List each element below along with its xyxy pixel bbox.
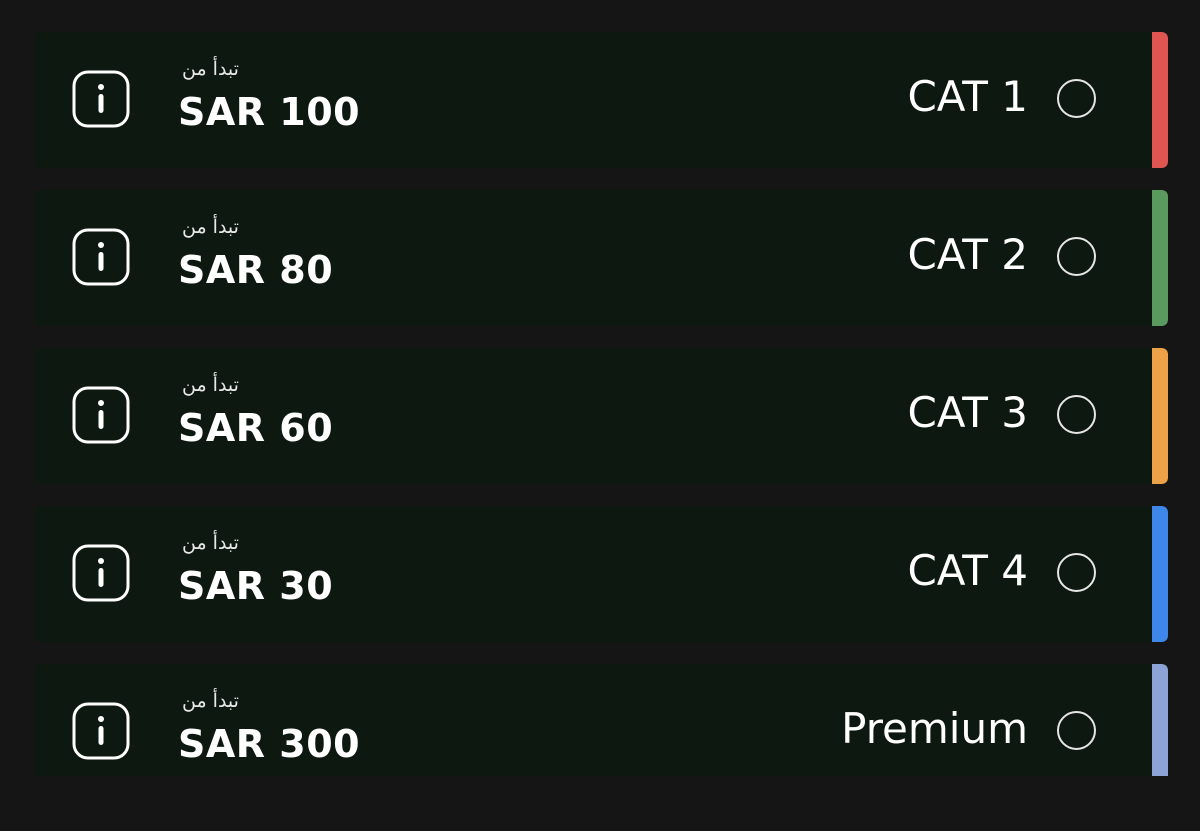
info-icon[interactable]	[72, 228, 130, 286]
info-icon[interactable]	[72, 386, 130, 444]
category-label: CAT 1	[907, 72, 1028, 121]
starting-from-label: تبدأ من	[182, 58, 239, 80]
ticket-category-list: تبدأ من SAR 100 CAT 1 تبدأ من SAR 80 CAT…	[34, 32, 1168, 776]
ticket-row-cat2[interactable]: تبدأ من SAR 80 CAT 2	[34, 190, 1168, 326]
category-color-stripe	[1152, 506, 1168, 642]
select-radio[interactable]	[1057, 237, 1096, 276]
starting-from-label: تبدأ من	[182, 216, 239, 238]
price-label: SAR 60	[178, 406, 334, 450]
starting-from-label: تبدأ من	[182, 532, 239, 554]
info-icon[interactable]	[72, 70, 130, 128]
category-color-stripe	[1152, 32, 1168, 168]
ticket-row-cat3[interactable]: تبدأ من SAR 60 CAT 3	[34, 348, 1168, 484]
info-icon[interactable]	[72, 544, 130, 602]
category-label: Premium	[841, 704, 1028, 753]
price-label: SAR 30	[178, 564, 334, 608]
price-label: SAR 80	[178, 248, 334, 292]
starting-from-label: تبدأ من	[182, 690, 239, 712]
price-label: SAR 300	[178, 722, 361, 766]
price-label: SAR 100	[178, 90, 361, 134]
category-color-stripe	[1152, 664, 1168, 776]
category-color-stripe	[1152, 190, 1168, 326]
category-label: CAT 3	[907, 388, 1028, 437]
info-icon[interactable]	[72, 702, 130, 760]
category-color-stripe	[1152, 348, 1168, 484]
category-label: CAT 2	[907, 230, 1028, 279]
category-label: CAT 4	[907, 546, 1028, 595]
select-radio[interactable]	[1057, 79, 1096, 118]
starting-from-label: تبدأ من	[182, 374, 239, 396]
select-radio[interactable]	[1057, 553, 1096, 592]
ticket-row-cat4[interactable]: تبدأ من SAR 30 CAT 4	[34, 506, 1168, 642]
select-radio[interactable]	[1057, 711, 1096, 750]
ticket-category-screen: تبدأ من SAR 100 CAT 1 تبدأ من SAR 80 CAT…	[0, 0, 1200, 831]
ticket-row-premium[interactable]: تبدأ من SAR 300 Premium	[34, 664, 1168, 776]
ticket-row-cat1[interactable]: تبدأ من SAR 100 CAT 1	[34, 32, 1168, 168]
select-radio[interactable]	[1057, 395, 1096, 434]
